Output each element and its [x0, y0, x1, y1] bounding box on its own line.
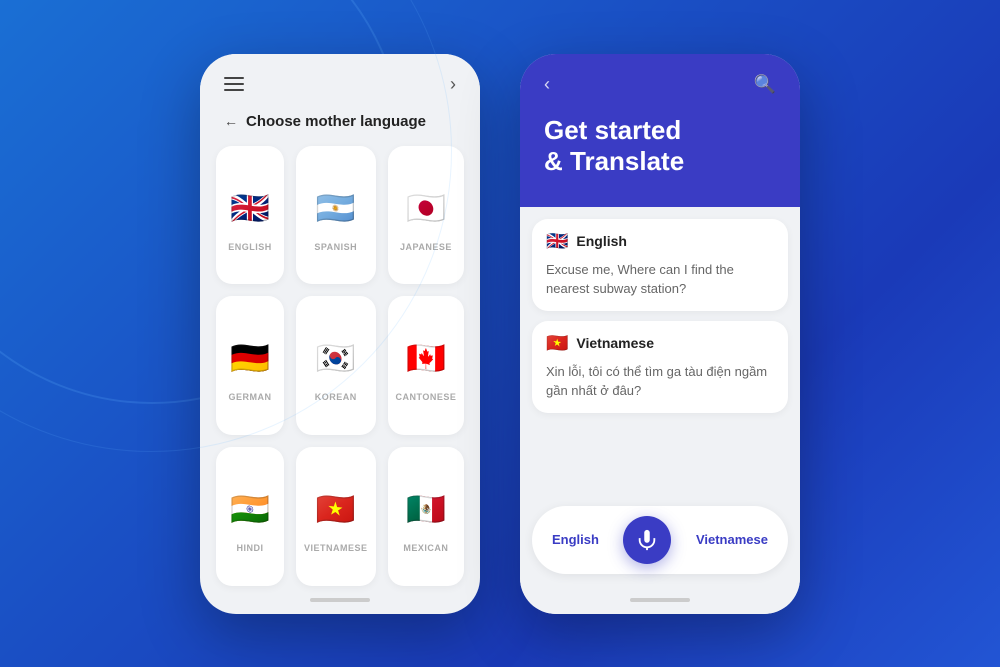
lang-card-german[interactable]: 🇩🇪 GERMAN [216, 296, 284, 435]
lang-label-hindi: HINDI [237, 543, 264, 553]
lang-label-german: GERMAN [229, 392, 272, 402]
lang-label-korean: KOREAN [315, 392, 357, 402]
lang-card-spanish[interactable]: 🇦🇷 SPANISH [296, 146, 376, 285]
english-flag-icon: 🇬🇧 [546, 231, 568, 252]
lang-label-english: ENGLISH [228, 242, 272, 252]
vietnamese-lang-label: Vietnamese [576, 335, 654, 351]
vietnamese-flag-icon: 🇻🇳 [546, 333, 568, 354]
english-translate-card: 🇬🇧 English Excuse me, Where can I find t… [532, 219, 788, 311]
ctrl-vietnamese-label[interactable]: Vietnamese [696, 532, 768, 547]
english-lang-label: English [576, 233, 627, 249]
flag-cantonese: 🇨🇦 [400, 332, 452, 384]
vietnamese-translate-card: 🇻🇳 Vietnamese Xin lỗi, tôi có thể tìm ga… [532, 321, 788, 413]
flag-vietnamese: 🇻🇳 [310, 483, 362, 535]
phone-translator: ‹ 🔍 Get started& Translate 🇬🇧 English Ex… [520, 54, 800, 614]
flag-german: 🇩🇪 [224, 332, 276, 384]
vietnamese-text: Xin lỗi, tôi có thể tìm ga tàu điện ngầm… [546, 362, 774, 401]
english-text: Excuse me, Where can I find the nearest … [546, 260, 774, 299]
phone1-header: › [200, 54, 480, 105]
phone2-home-indicator [520, 586, 800, 614]
lang-card-korean[interactable]: 🇰🇷 KOREAN [296, 296, 376, 435]
lang-label-spanish: SPANISH [314, 242, 357, 252]
lang-label-mexican: MEXICAN [403, 543, 448, 553]
lang-card-cantonese[interactable]: 🇨🇦 CANTONESE [388, 296, 465, 435]
menu-icon[interactable] [224, 77, 244, 91]
phone2-body: 🇬🇧 English Excuse me, Where can I find t… [520, 207, 800, 586]
lang-label-vietnamese: VIETNAMESE [304, 543, 368, 553]
back-arrow-icon[interactable]: ← [224, 113, 238, 129]
search-icon[interactable]: 🔍 [754, 74, 776, 95]
flag-hindi: 🇮🇳 [224, 483, 276, 535]
lang-card-english[interactable]: 🇬🇧 ENGLISH [216, 146, 284, 285]
lang-card-vietnamese[interactable]: 🇻🇳 VIETNAMESE [296, 447, 376, 586]
flag-mexican: 🇲🇽 [400, 483, 452, 535]
flag-japanese: 🇯🇵 [400, 182, 452, 234]
title-row: ← Choose mother language [200, 105, 480, 146]
phone-language-chooser: › ← Choose mother language 🇬🇧 ENGLISH 🇦🇷 SP… [200, 54, 480, 614]
lang-card-mexican[interactable]: 🇲🇽 MEXICAN [388, 447, 465, 586]
lang-card-japanese[interactable]: 🇯🇵 JAPANESE [388, 146, 465, 285]
translate-controls: English Vietnamese [532, 506, 788, 574]
phone2-header: ‹ 🔍 Get started& Translate [520, 54, 800, 207]
page-title: Choose mother language [246, 113, 426, 130]
flag-korean: 🇰🇷 [310, 332, 362, 384]
back-icon[interactable]: ‹ [544, 74, 550, 95]
forward-icon[interactable]: › [450, 74, 456, 95]
language-grid: 🇬🇧 ENGLISH 🇦🇷 SPANISH 🇯🇵 JAPANESE 🇩🇪 GERMAN 🇰🇷 KO… [200, 146, 480, 586]
home-indicator-2 [630, 598, 690, 602]
home-indicator-area [200, 586, 480, 614]
flag-spanish: 🇦🇷 [310, 182, 362, 234]
ctrl-english-label[interactable]: English [552, 532, 599, 547]
mic-button[interactable] [623, 516, 671, 564]
flag-english: 🇬🇧 [224, 182, 276, 234]
lang-card-hindi[interactable]: 🇮🇳 HINDI [216, 447, 284, 586]
phone2-title: Get started& Translate [544, 115, 776, 177]
lang-label-japanese: JAPANESE [400, 242, 452, 252]
lang-label-cantonese: CANTONESE [396, 392, 457, 402]
home-indicator [310, 598, 370, 602]
